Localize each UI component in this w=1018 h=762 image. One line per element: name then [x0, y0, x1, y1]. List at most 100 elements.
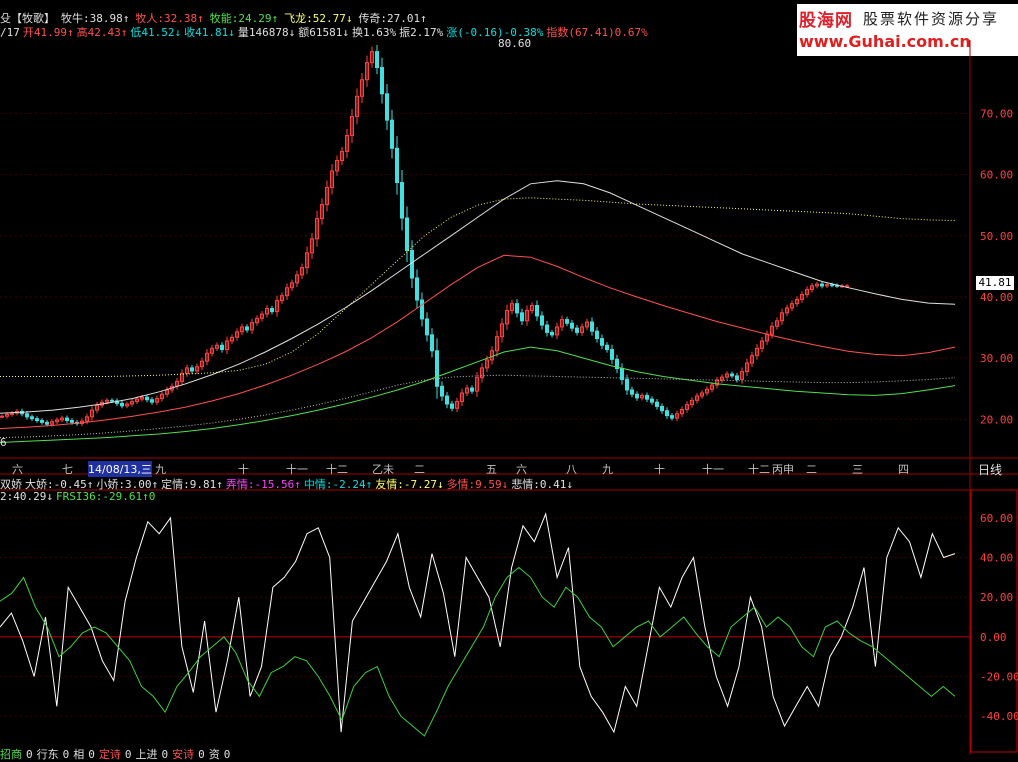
candle-body	[395, 147, 399, 184]
ma-line-1	[0, 254, 956, 429]
date-axis-tick: 丙申	[772, 463, 794, 476]
candle-body	[75, 421, 79, 425]
candle-body	[60, 417, 64, 421]
candle-body	[80, 420, 84, 425]
date-axis-tick: 九	[602, 463, 613, 476]
candle-body	[630, 389, 634, 395]
candle-body	[155, 397, 159, 403]
price-chart-svg[interactable]: 70.0060.0050.0040.0030.0020.0060.0040.00…	[0, 0, 1018, 755]
candle-body	[385, 93, 389, 121]
candle-body	[440, 385, 444, 397]
header-line-2: /17 开41.99↑ 高42.43↑ 低41.52↓ 收41.81↓ 量146878↓ 额…	[0, 24, 651, 40]
candle-body	[620, 368, 624, 381]
header-item: 高42.43↑	[76, 26, 128, 39]
candle-body	[465, 387, 469, 394]
y-tick-label: 50.00	[980, 230, 1013, 243]
ma-line-2	[0, 346, 956, 443]
candle-body	[495, 336, 499, 352]
header-item: 多情:9.59↓	[446, 478, 509, 491]
candle-body	[390, 119, 394, 149]
candle-body	[0, 415, 4, 418]
date-axis-tick: 六	[516, 463, 527, 476]
y-tick-label: 30.00	[980, 352, 1013, 365]
candle-body	[405, 217, 409, 251]
indicator-y-tick-label: -40.00	[980, 710, 1018, 723]
candle-body	[320, 204, 324, 220]
indicator-header-2: 2:40.29↓ FRSI36:-29.61↑0	[0, 490, 158, 503]
candle-body	[260, 313, 264, 319]
candle-body	[595, 330, 599, 340]
candle-body	[360, 79, 364, 97]
candle-body	[160, 393, 164, 399]
header-item: 低41.52↓	[130, 26, 182, 39]
bottom-partial-line: 招商 0 行东 0 相 0 定诗 0 上进 0 安诗 0 资 0	[0, 746, 234, 762]
candle-body	[615, 358, 619, 370]
header-item: 悲情:0.41↓	[511, 478, 574, 491]
indicator-y-tick-label: 0.00	[980, 631, 1007, 644]
candle-body	[125, 403, 129, 407]
date-axis-tick: 十	[654, 463, 665, 476]
candle-body	[215, 344, 219, 349]
candle-body	[455, 401, 459, 409]
candle-body	[550, 331, 554, 336]
candle-body	[420, 299, 424, 320]
date-axis-tick: 四	[898, 463, 909, 476]
y-tick-label: 20.00	[980, 413, 1013, 426]
candle-body	[730, 373, 734, 377]
candle-body	[540, 315, 544, 326]
ma-line-4	[0, 374, 956, 439]
candle-body	[55, 419, 59, 423]
candle-body	[600, 338, 604, 346]
indicator-y-tick-label: 20.00	[980, 591, 1013, 604]
candle-body	[180, 372, 184, 382]
candle-body	[830, 284, 834, 287]
candle-body	[220, 344, 224, 351]
candle-body	[335, 160, 339, 172]
candle-body	[270, 308, 274, 313]
candle-body	[400, 182, 404, 219]
header-item: 量146878↓	[237, 26, 296, 39]
candle-body	[530, 305, 534, 311]
candle-body	[170, 385, 174, 391]
candle-body	[210, 347, 214, 354]
watermark-logo: 股海网 股票软件资源分享 www.Guhai.com.cn	[797, 4, 1018, 56]
ma-line-0	[0, 180, 956, 414]
candle-body	[770, 325, 774, 335]
candle-body	[245, 326, 249, 331]
candle-body	[650, 398, 654, 403]
candle-body	[310, 238, 314, 254]
candle-body	[290, 282, 294, 289]
candle-body	[660, 405, 664, 412]
date-axis-tick: 六	[12, 463, 23, 476]
header-item: 中情:-2.24↑	[303, 478, 373, 491]
candle-body	[225, 340, 229, 351]
candle-body	[370, 51, 374, 64]
candle-body	[95, 404, 99, 411]
candle-body	[275, 300, 279, 313]
candle-body	[510, 303, 514, 311]
candle-body	[105, 399, 109, 403]
candle-body	[785, 307, 789, 314]
candle-body	[590, 321, 594, 332]
candle-body	[685, 404, 689, 411]
date-axis-tick: 三	[852, 463, 863, 476]
candle-body	[145, 396, 149, 401]
period-label[interactable]: 日线	[978, 461, 1002, 478]
candle-body	[280, 295, 284, 302]
header-item: 换1.63%	[351, 26, 397, 39]
candle-body	[560, 319, 564, 328]
candle-body	[655, 401, 659, 407]
indicator-y-tick-label: 60.00	[980, 512, 1013, 525]
candle-body	[645, 394, 649, 400]
candle-body	[470, 387, 474, 392]
candle-body	[355, 95, 359, 117]
candle-body	[795, 298, 799, 305]
candle-body	[705, 388, 709, 394]
candle-body	[115, 400, 119, 404]
candle-body	[205, 352, 209, 362]
candle-body	[675, 413, 679, 419]
candle-body	[835, 284, 839, 287]
candle-body	[725, 373, 729, 378]
candle-body	[680, 409, 684, 415]
candle-body	[485, 359, 489, 369]
